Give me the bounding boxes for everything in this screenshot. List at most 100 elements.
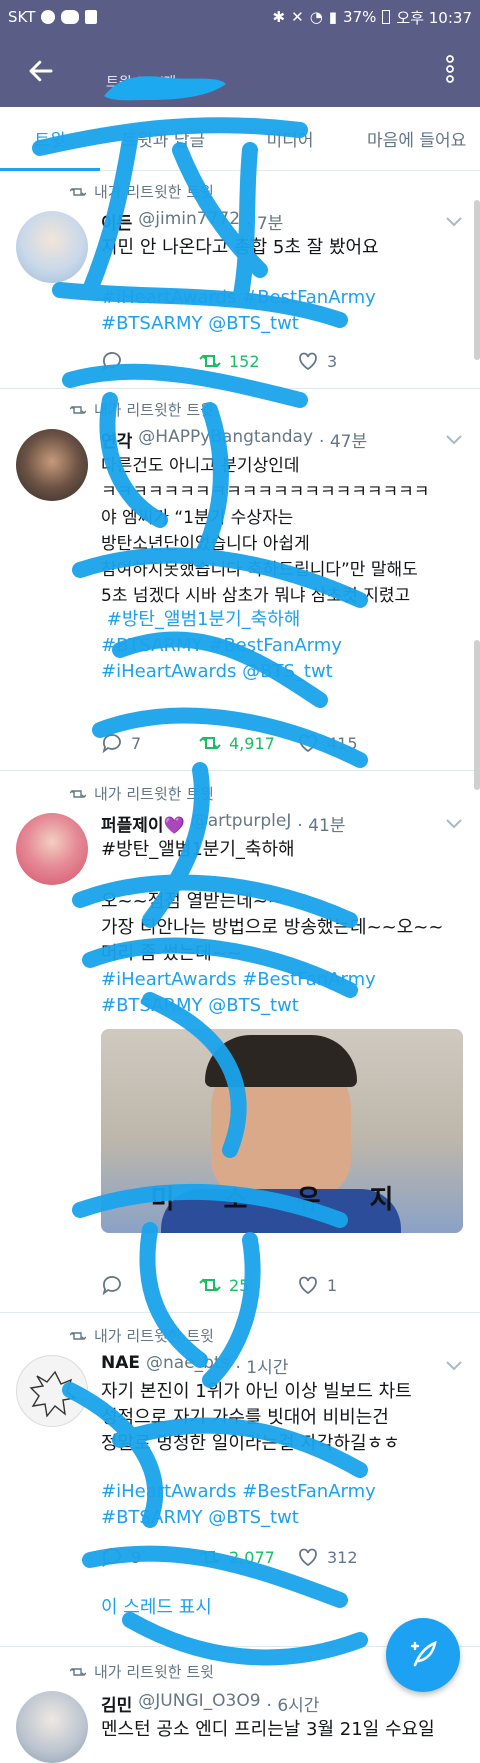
tweet-time: · 1시간 bbox=[235, 1358, 289, 1378]
tab-tweets-replies[interactable]: 트윗과 답글 bbox=[100, 126, 227, 151]
like-button[interactable]: 415 bbox=[297, 733, 395, 753]
tweet-time: · 47분 bbox=[319, 432, 368, 452]
retweet-count: 25 bbox=[229, 1275, 250, 1295]
retweet-small-icon bbox=[70, 1667, 86, 1676]
reply-icon bbox=[102, 734, 121, 753]
carrier-label: SKT bbox=[8, 8, 36, 26]
compose-tweet-button[interactable] bbox=[386, 1618, 460, 1692]
avatar[interactable] bbox=[16, 1691, 88, 1763]
reply-icon bbox=[102, 1548, 121, 1567]
tweet-media-image[interactable]: 미 소 유 지 bbox=[101, 1029, 463, 1233]
tab-tweets[interactable]: 트윗 bbox=[0, 126, 100, 151]
tweet-hashtags[interactable]: #iHeartAwards #BestFanArmy #BTSARMY @BTS… bbox=[101, 285, 461, 337]
reply-button[interactable] bbox=[101, 1275, 199, 1295]
retweet-icon bbox=[199, 354, 221, 368]
like-count: 312 bbox=[327, 1547, 358, 1567]
retweet-context: 내가 리트윗한 트윗 bbox=[70, 783, 214, 804]
show-thread-link[interactable]: 이 스레드 표시 bbox=[101, 1593, 212, 1619]
retweet-button[interactable]: 152 bbox=[199, 351, 297, 371]
retweet-context: 내가 리트윗한 트윗 bbox=[70, 1325, 214, 1346]
more-options-icon[interactable] bbox=[446, 54, 454, 84]
like-count: 1 bbox=[327, 1275, 338, 1295]
reply-button[interactable]: 7 bbox=[101, 733, 199, 753]
retweet-count: 2,077 bbox=[229, 1547, 275, 1567]
clock: 오후 10:37 bbox=[396, 8, 472, 27]
tweet-text: 지민 안 나온다고 총합 5초 잘 봤어요 bbox=[101, 237, 379, 258]
battery-icon bbox=[382, 10, 391, 24]
compose-feather-icon bbox=[410, 1640, 437, 1667]
retweet-button[interactable]: 2,077 bbox=[199, 1547, 297, 1567]
tweet-text: 다른건도 아니고 분기상인데 ㅋㅋㅋㅋㅋㅋㅋㅋㅋㅋㅋㅋㅋㅋㅋㅋㅋㅋㅋㅋㅋ 야 엠… bbox=[101, 456, 430, 606]
tweet-time: · 41분 bbox=[297, 816, 346, 836]
retweet-small-icon bbox=[70, 405, 86, 414]
like-button[interactable]: 312 bbox=[297, 1547, 395, 1567]
retweet-icon bbox=[199, 1278, 221, 1292]
heart-icon bbox=[299, 1276, 317, 1295]
retweet-icon bbox=[199, 736, 221, 750]
chevron-down-icon[interactable] bbox=[446, 819, 462, 829]
back-arrow-icon[interactable] bbox=[26, 56, 56, 86]
retweet-context-label: 내가 리트윗한 트윗 bbox=[94, 1663, 214, 1681]
scrollbar[interactable] bbox=[474, 200, 480, 360]
checklist-icon bbox=[85, 10, 98, 24]
tweet-hashtags[interactable]: #iHeartAwards #BestFanArmy #BTSARMY @BTS… bbox=[101, 1479, 461, 1531]
sketch-avatar-icon bbox=[29, 1370, 77, 1418]
reply-button[interactable]: 9 bbox=[101, 1547, 199, 1567]
tweet-card[interactable]: 내가 리트윗한 트윗 연각 @HAPPyBangtanday · 47분 다른건… bbox=[0, 389, 480, 771]
mute-icon: ✕ bbox=[291, 8, 304, 26]
tweet-author: 연각 @HAPPyBangtanday · 47분 bbox=[101, 427, 367, 452]
avatar[interactable] bbox=[16, 1355, 88, 1427]
tweet-card[interactable]: 내가 리트윗한 트윗 퍼플제이💜 @artpurpleJ · 41분 #방탄_앨… bbox=[0, 771, 480, 1313]
tweet-time: · 7분 bbox=[246, 214, 284, 234]
tweet-card[interactable]: 내가 리트윗한 트윗 이든 @jimin7772 · 7분 지민 안 나온다고 … bbox=[0, 171, 480, 389]
heart-icon bbox=[299, 734, 317, 753]
avatar[interactable] bbox=[16, 813, 88, 885]
retweet-small-icon bbox=[70, 187, 86, 196]
like-count: 415 bbox=[327, 733, 358, 753]
tweet-author: 이든 @jimin7772 · 7분 bbox=[101, 209, 283, 234]
tweet-actions: 152 3 bbox=[101, 351, 395, 371]
heart-icon bbox=[299, 352, 317, 371]
tweet-author: 김민 @JUNGI_O3O9 · 6시간 bbox=[101, 1691, 319, 1716]
retweet-button[interactable]: 25 bbox=[199, 1275, 297, 1295]
tweet-actions: 7 4,917 415 bbox=[101, 733, 395, 753]
like-button[interactable]: 1 bbox=[297, 1275, 395, 1295]
retweet-small-icon bbox=[70, 789, 86, 798]
author-name[interactable]: 연각 bbox=[101, 427, 132, 452]
retweet-context: 내가 리트윗한 트윗 bbox=[70, 1661, 214, 1682]
author-name[interactable]: 퍼플제이💜 bbox=[101, 811, 185, 836]
retweet-count: 152 bbox=[229, 351, 260, 371]
tweet-card[interactable]: 내가 리트윗한 트윗 NAE @nae_bts · 1시간 자기 본진이 1위가… bbox=[0, 1313, 480, 1647]
like-button[interactable]: 3 bbox=[297, 351, 395, 371]
author-name[interactable]: 김민 bbox=[101, 1691, 132, 1716]
retweet-context-label: 내가 리트윗한 트윗 bbox=[94, 183, 214, 201]
author-name[interactable]: 이든 bbox=[101, 209, 132, 234]
chevron-down-icon[interactable] bbox=[446, 435, 462, 445]
reply-icon bbox=[102, 1276, 121, 1295]
retweet-context: 내가 리트윗한 트윗 bbox=[70, 181, 214, 202]
tweet-author: 퍼플제이💜 @artpurpleJ · 41분 bbox=[101, 811, 345, 836]
tweet-text: #방탄_앨범1분기_축하해 오~~점점 열받는데~~ 가장 티안나는 방법으로 … bbox=[101, 839, 444, 964]
wifi-icon: ◔ bbox=[309, 8, 323, 26]
avatar[interactable] bbox=[16, 429, 88, 501]
retweet-icon bbox=[199, 1550, 221, 1564]
retweet-context: 내가 리트윗한 트윗 bbox=[70, 399, 214, 420]
redaction-mark bbox=[104, 76, 226, 101]
avatar[interactable] bbox=[16, 211, 88, 283]
chevron-down-icon[interactable] bbox=[446, 217, 462, 227]
chevron-down-icon[interactable] bbox=[446, 1361, 462, 1371]
tab-likes[interactable]: 마음에 들어요 bbox=[353, 126, 480, 151]
author-name[interactable]: NAE bbox=[101, 1353, 140, 1378]
tab-media[interactable]: 미디어 bbox=[227, 126, 354, 151]
tweet-hashtags[interactable]: #방탄_앨범1분기_축하해 #BTSARMY #BestFanArmy #iHe… bbox=[101, 607, 461, 685]
reply-button[interactable] bbox=[101, 351, 199, 371]
retweet-context-label: 내가 리트윗한 트윗 bbox=[94, 1327, 214, 1345]
like-count: 3 bbox=[327, 351, 338, 371]
tweet-time: · 6시간 bbox=[266, 1696, 320, 1716]
tweet-hashtags[interactable]: #iHeartAwards #BestFanArmy #BTSARMY @BTS… bbox=[101, 967, 461, 1019]
retweet-context-label: 내가 리트윗한 트윗 bbox=[94, 785, 214, 803]
tweet-text: 자기 본진이 1위가 아닌 이상 빌보드 차트 성적으로 자기 가수를 빗대어 … bbox=[101, 1381, 412, 1454]
tweet-actions: 25 1 bbox=[101, 1275, 395, 1295]
retweet-button[interactable]: 4,917 bbox=[199, 733, 297, 753]
scrollbar[interactable] bbox=[474, 640, 480, 790]
